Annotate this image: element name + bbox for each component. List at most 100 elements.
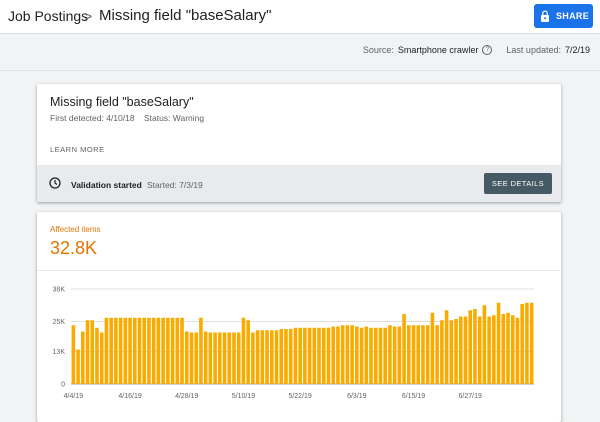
bar: [383, 327, 387, 384]
page-title: Missing field "baseSalary": [99, 7, 272, 24]
bar: [81, 331, 85, 384]
bar: [501, 314, 506, 384]
x-tick-label: 4/4/19: [64, 393, 84, 400]
learn-more-link[interactable]: LEARN MORE: [50, 145, 105, 154]
x-tick-label: 5/10/19: [232, 393, 255, 400]
bar: [350, 325, 354, 384]
bar: [123, 317, 128, 384]
bar: [355, 326, 359, 384]
bar: [246, 320, 250, 384]
bar: [468, 310, 473, 384]
bar: [293, 327, 298, 384]
last-updated-value: 7/2/19: [564, 45, 590, 55]
affected-items-card: Affected items 32.8K 0 13K 25K 38K 4/4/19 4/1…: [37, 212, 561, 422]
bar: [425, 325, 430, 384]
x-tick-label: 6/3/19: [347, 393, 367, 400]
bar: [444, 310, 449, 384]
bar: [71, 325, 76, 384]
bar: [321, 327, 326, 384]
bar: [510, 315, 515, 384]
x-tick-label: 4/16/19: [118, 393, 141, 400]
bar: [307, 327, 312, 384]
bar: [279, 329, 284, 384]
bar: [525, 302, 529, 384]
bar: [435, 325, 439, 384]
share-button[interactable]: SHARE: [534, 4, 593, 28]
bar: [506, 312, 510, 384]
bar: [132, 317, 137, 384]
bar: [151, 317, 156, 384]
x-tick-label: 6/27/19: [459, 393, 482, 400]
bar: [340, 325, 345, 384]
bar: [232, 332, 236, 384]
bar: [388, 325, 392, 384]
bar: [137, 317, 142, 384]
bar: [520, 304, 524, 384]
bar: [496, 302, 501, 384]
top-bar: Job Postings > Missing field "baseSalary…: [0, 0, 600, 34]
bar: [269, 330, 274, 384]
bar: [114, 317, 118, 384]
bar: [515, 317, 520, 384]
source-info: Source: Smartphone crawler ? Last update…: [363, 45, 590, 55]
bar: [440, 320, 444, 384]
bar: [421, 325, 425, 384]
see-details-button[interactable]: SEE DETAILS: [484, 173, 552, 194]
bar: [180, 317, 184, 384]
bar: [529, 302, 534, 384]
bar: [265, 330, 269, 384]
bar: [156, 317, 161, 384]
validation-started-date: Started: 7/3/19: [147, 180, 203, 190]
bar: [194, 332, 198, 384]
bar: [166, 317, 170, 384]
bar: [76, 349, 80, 384]
bar: [251, 332, 255, 384]
bar: [369, 327, 373, 384]
bar: [312, 327, 317, 384]
header-divider: [0, 70, 600, 71]
y-tick-label: 38K: [53, 287, 66, 294]
bar: [128, 317, 132, 384]
bar: [222, 332, 227, 384]
bar: [288, 329, 293, 384]
y-tick-label: 13K: [53, 349, 66, 356]
bar: [359, 327, 364, 384]
issue-status: Status: Warning: [143, 113, 205, 123]
bar: [260, 330, 265, 384]
bar: [458, 316, 463, 384]
breadcrumb-job-postings[interactable]: Job Postings: [8, 8, 88, 24]
bar: [118, 317, 123, 384]
bar: [184, 331, 189, 384]
bar: [477, 316, 482, 384]
bar: [213, 332, 217, 384]
x-tick-label: 4/28/19: [175, 393, 198, 400]
bar: [147, 317, 151, 384]
bar: [411, 325, 416, 384]
bar: [298, 327, 302, 384]
bar: [331, 326, 336, 384]
bar: [95, 327, 99, 384]
bar: [317, 327, 321, 384]
help-icon[interactable]: ?: [482, 45, 493, 55]
bar: [208, 332, 213, 384]
issue-meta: First detected: 4/10/18 Status: Warning: [50, 113, 204, 123]
bar: [175, 317, 180, 384]
bar: [203, 331, 208, 384]
share-button-label: SHARE: [556, 11, 590, 21]
bar: [236, 332, 241, 384]
bar: [430, 312, 435, 384]
bar: [104, 317, 109, 384]
bar: [454, 319, 458, 384]
bar: [397, 326, 402, 384]
issue-title: Missing field "baseSalary": [50, 95, 194, 109]
bar: [255, 330, 260, 384]
bar: [189, 332, 194, 384]
bar: [345, 325, 350, 384]
bar: [336, 326, 340, 384]
breadcrumb-separator-icon: >: [84, 8, 93, 24]
first-detected: First detected: 4/10/18: [50, 113, 135, 123]
bar: [218, 332, 222, 384]
bar: [416, 325, 421, 384]
affected-items-chart: 0 13K 25K 38K 4/4/19 4/16/19 4/28/19 5/10/19 5/2…: [53, 287, 534, 400]
bar: [241, 317, 246, 384]
